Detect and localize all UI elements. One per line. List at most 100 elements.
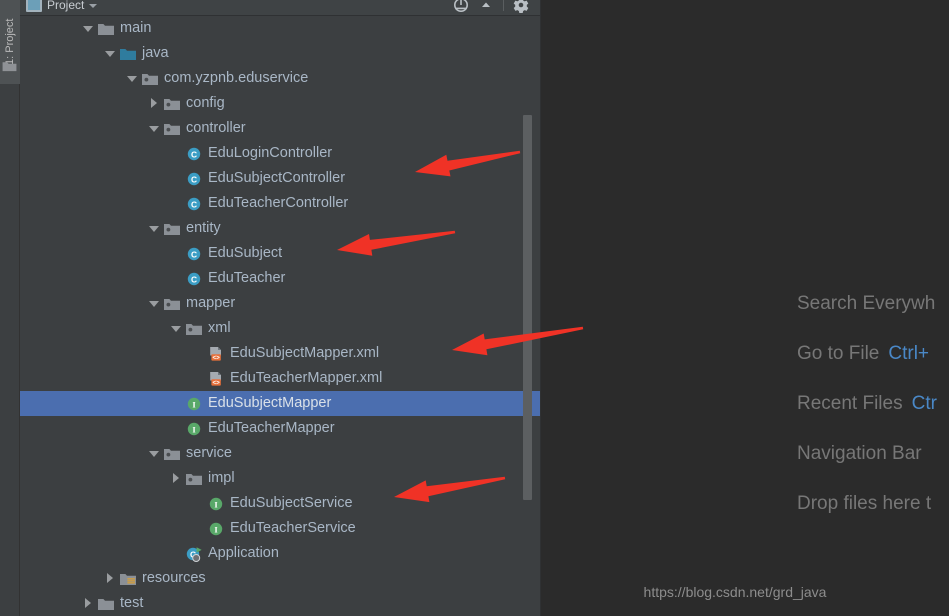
project-tree[interactable]: main java com.yzpnb.eduservice config contro… xyxy=(20,16,541,616)
svg-text:<>: <> xyxy=(212,354,220,361)
tree-row[interactable]: C EduTeacher xyxy=(20,266,541,291)
tree-row[interactable]: xml xyxy=(20,316,541,341)
chevron-down-icon[interactable] xyxy=(82,22,95,35)
folder-resources-icon xyxy=(119,571,137,587)
tool-window-title-group[interactable]: Project xyxy=(20,0,98,12)
editor-empty-area: Search Everywh Go to File Ctrl+ Recent File… xyxy=(541,0,949,616)
editor-hint-shortcut: Ctr xyxy=(911,393,937,414)
chevron-down-icon[interactable] xyxy=(170,322,183,335)
tree-row-label: EduTeacherMapper xyxy=(208,420,335,436)
svg-text:C: C xyxy=(191,249,197,259)
twisty-placeholder xyxy=(170,197,183,210)
chevron-right-icon[interactable] xyxy=(170,472,183,485)
editor-hint-row: Search Everywh xyxy=(541,279,949,329)
tree-row-label: java xyxy=(142,45,169,61)
tree-row[interactable]: C EduTeacherController xyxy=(20,191,541,216)
tree-row[interactable]: <> EduSubjectMapper.xml xyxy=(20,341,541,366)
tool-window-stripe-left: 1: Project xyxy=(0,0,20,616)
chevron-down-icon[interactable] xyxy=(148,447,161,460)
tree-row-label: controller xyxy=(186,120,246,136)
tree-row-selected[interactable]: I EduSubjectMapper xyxy=(20,391,541,416)
tree-row[interactable]: C EduSubject xyxy=(20,241,541,266)
project-tree-scrollbar[interactable] xyxy=(523,0,532,616)
editor-hint-label: Navigation Bar xyxy=(797,443,922,464)
editor-hint-label: Go to File xyxy=(797,343,880,364)
svg-text:C: C xyxy=(191,199,197,209)
tree-row-label: Application xyxy=(208,545,279,561)
interface-icon: I xyxy=(207,496,225,512)
editor-hint-label: Recent Files xyxy=(797,393,903,414)
tree-row-label: resources xyxy=(142,570,206,586)
interface-icon: I xyxy=(185,421,203,437)
tree-row[interactable]: impl xyxy=(20,466,541,491)
scrollbar-thumb[interactable] xyxy=(523,115,532,500)
tree-row[interactable]: I EduTeacherMapper xyxy=(20,416,541,441)
interface-icon: I xyxy=(207,521,225,537)
collapse-all-icon[interactable] xyxy=(478,0,494,13)
tree-row[interactable]: I EduSubjectService xyxy=(20,491,541,516)
tree-row-label: EduSubjectMapper xyxy=(208,395,332,411)
project-tool-window-header: Project xyxy=(20,0,541,16)
tree-row[interactable]: config xyxy=(20,91,541,116)
tree-row[interactable]: test xyxy=(20,591,541,616)
svg-text:C: C xyxy=(191,174,197,184)
tree-row[interactable]: com.yzpnb.eduservice xyxy=(20,66,541,91)
runnable-class-icon: C xyxy=(185,546,203,562)
chevron-down-icon[interactable] xyxy=(89,3,98,8)
tree-row-label: EduSubjectService xyxy=(230,495,353,511)
tree-row[interactable]: C EduSubjectController xyxy=(20,166,541,191)
tree-row-label: EduSubjectController xyxy=(208,170,346,186)
folder-package-icon xyxy=(163,221,181,237)
tree-row[interactable]: java xyxy=(20,41,541,66)
folder-plain-icon xyxy=(97,21,115,37)
tree-row-label: EduTeacherMapper.xml xyxy=(230,370,383,386)
target-icon[interactable] xyxy=(453,0,469,13)
chevron-right-icon[interactable] xyxy=(82,597,95,610)
class-icon: C xyxy=(185,196,203,212)
tree-row-label: test xyxy=(120,595,144,611)
editor-hint-label: Drop files here t xyxy=(797,493,932,514)
twisty-placeholder xyxy=(170,147,183,160)
tree-row-label: EduTeacher xyxy=(208,270,286,286)
chevron-right-icon[interactable] xyxy=(148,97,161,110)
editor-hint-row: Recent Files Ctr xyxy=(541,379,949,429)
interface-icon: I xyxy=(185,396,203,412)
chevron-down-icon[interactable] xyxy=(148,222,161,235)
tree-row-label: impl xyxy=(208,470,235,486)
tree-row[interactable]: controller xyxy=(20,116,541,141)
svg-text:<>: <> xyxy=(212,379,220,386)
toolbar-separator xyxy=(503,0,504,11)
chevron-down-icon[interactable] xyxy=(148,122,161,135)
tree-row[interactable]: I EduTeacherService xyxy=(20,516,541,541)
tree-row[interactable]: mapper xyxy=(20,291,541,316)
folder-package-icon xyxy=(141,71,159,87)
tool-window-title: Project xyxy=(47,0,85,12)
tree-row-label: com.yzpnb.eduservice xyxy=(164,70,309,86)
twisty-placeholder xyxy=(192,522,205,535)
project-tool-window: Project main java com.yzpnb.eduservice c… xyxy=(20,0,541,616)
chevron-right-icon[interactable] xyxy=(104,572,117,585)
tree-row[interactable]: resources xyxy=(20,566,541,591)
chevron-down-icon[interactable] xyxy=(148,297,161,310)
tree-row[interactable]: C Application xyxy=(20,541,541,566)
twisty-placeholder xyxy=(170,547,183,560)
tree-row-label: main xyxy=(120,20,152,36)
tree-row-label: xml xyxy=(208,320,231,336)
editor-hint-list: Search Everywh Go to File Ctrl+ Recent File… xyxy=(541,279,949,529)
project-folder-icon xyxy=(2,62,17,72)
folder-package-icon xyxy=(185,471,203,487)
tree-row[interactable]: <> EduTeacherMapper.xml xyxy=(20,366,541,391)
twisty-placeholder xyxy=(192,372,205,385)
tree-row[interactable]: main xyxy=(20,16,541,41)
tree-row[interactable]: service xyxy=(20,441,541,466)
chevron-down-icon[interactable] xyxy=(104,47,117,60)
twisty-placeholder xyxy=(170,247,183,260)
tree-row-label: EduLoginController xyxy=(208,145,333,161)
tree-row-label: EduSubject xyxy=(208,245,283,261)
tree-row[interactable]: entity xyxy=(20,216,541,241)
class-icon: C xyxy=(185,246,203,262)
folder-package-icon xyxy=(163,121,181,137)
tree-row[interactable]: C EduLoginController xyxy=(20,141,541,166)
chevron-down-icon[interactable] xyxy=(126,72,139,85)
class-icon: C xyxy=(185,171,203,187)
